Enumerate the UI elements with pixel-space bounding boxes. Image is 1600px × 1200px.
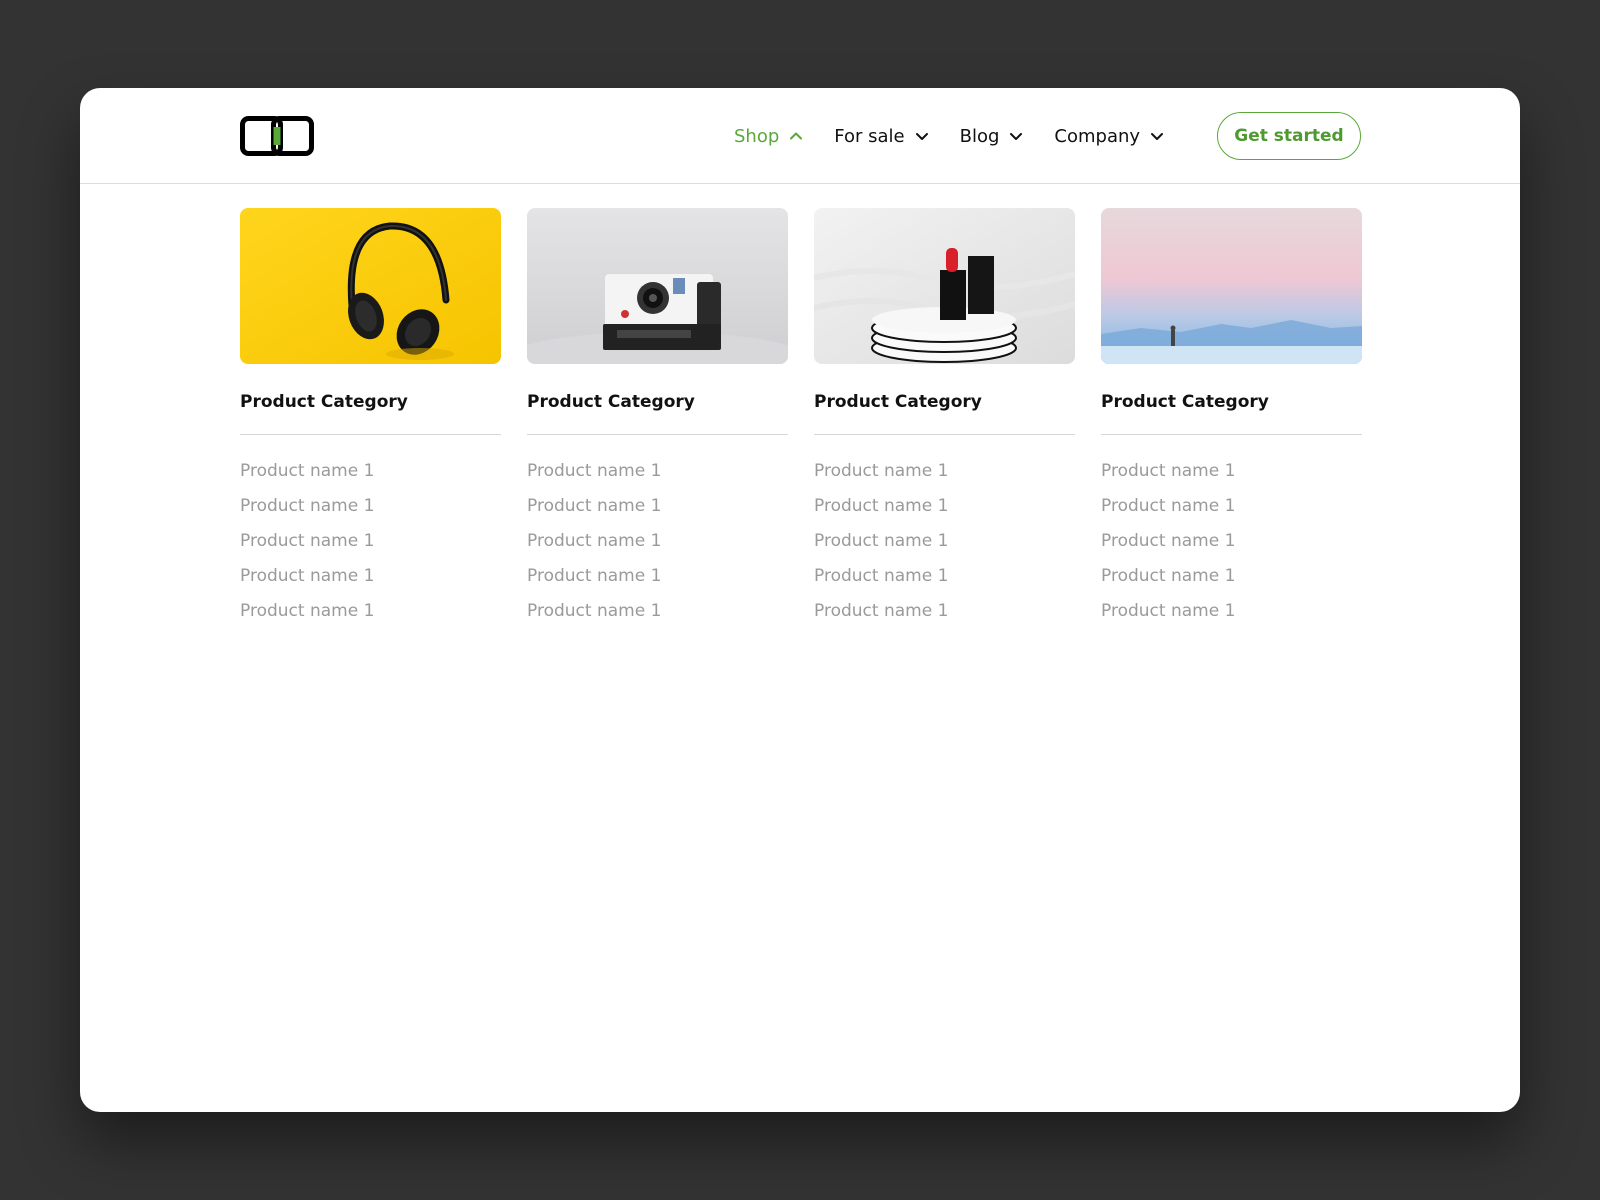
category-image-headphones[interactable] bbox=[240, 208, 501, 364]
nav-item-label: For sale bbox=[834, 125, 905, 147]
product-link[interactable]: Product name 1 bbox=[814, 564, 1075, 599]
product-list: Product name 1 Product name 1 Product na… bbox=[240, 459, 501, 634]
product-list: Product name 1 Product name 1 Product na… bbox=[814, 459, 1075, 634]
nav-item-label: Blog bbox=[959, 125, 1000, 147]
product-list: Product name 1 Product name 1 Product na… bbox=[527, 459, 788, 634]
product-link[interactable]: Product name 1 bbox=[527, 459, 788, 494]
divider bbox=[1101, 434, 1362, 435]
nav-item-label: Shop bbox=[734, 125, 780, 147]
product-link[interactable]: Product name 1 bbox=[1101, 564, 1362, 599]
category-column: Product Category Product name 1 Product … bbox=[527, 208, 788, 634]
divider bbox=[527, 434, 788, 435]
product-link[interactable]: Product name 1 bbox=[1101, 494, 1362, 529]
product-link[interactable]: Product name 1 bbox=[240, 564, 501, 599]
category-image-landscape[interactable] bbox=[1101, 208, 1362, 364]
product-link[interactable]: Product name 1 bbox=[527, 494, 788, 529]
product-link[interactable]: Product name 1 bbox=[1101, 599, 1362, 634]
product-link[interactable]: Product name 1 bbox=[1101, 529, 1362, 564]
product-link[interactable]: Product name 1 bbox=[814, 599, 1075, 634]
product-link[interactable]: Product name 1 bbox=[814, 494, 1075, 529]
product-link[interactable]: Product name 1 bbox=[240, 599, 501, 634]
category-image-camera[interactable] bbox=[527, 208, 788, 364]
chevron-down-icon bbox=[1151, 133, 1164, 140]
get-started-button[interactable]: Get started bbox=[1217, 112, 1361, 160]
shop-mega-menu: Product Category Product name 1 Product … bbox=[240, 208, 1362, 634]
product-link[interactable]: Product name 1 bbox=[814, 459, 1075, 494]
nav-item-for-sale[interactable]: For sale bbox=[834, 126, 929, 147]
category-column: Product Category Product name 1 Product … bbox=[240, 208, 501, 634]
linked-rings-logo-icon[interactable] bbox=[240, 116, 314, 156]
divider bbox=[240, 434, 501, 435]
category-title[interactable]: Product Category bbox=[240, 390, 501, 414]
product-link[interactable]: Product name 1 bbox=[240, 529, 501, 564]
chevron-down-icon bbox=[915, 133, 928, 140]
category-column: Product Category Product name 1 Product … bbox=[1101, 208, 1362, 634]
category-column: Product Category Product name 1 Product … bbox=[814, 208, 1075, 634]
chevron-up-icon bbox=[790, 132, 803, 140]
product-list: Product name 1 Product name 1 Product na… bbox=[1101, 459, 1362, 634]
product-link[interactable]: Product name 1 bbox=[240, 459, 501, 494]
product-link[interactable]: Product name 1 bbox=[814, 529, 1075, 564]
chevron-down-icon bbox=[1010, 133, 1023, 140]
browser-window: Shop For sale Blog Company Get started P… bbox=[80, 88, 1520, 1112]
category-title[interactable]: Product Category bbox=[527, 390, 788, 414]
divider bbox=[814, 434, 1075, 435]
category-image-lipstick[interactable] bbox=[814, 208, 1075, 364]
category-title[interactable]: Product Category bbox=[814, 390, 1075, 414]
nav-item-shop[interactable]: Shop bbox=[734, 126, 804, 147]
nav-item-label: Company bbox=[1054, 125, 1141, 147]
nav-item-blog[interactable]: Blog bbox=[960, 126, 1025, 147]
nav-item-company[interactable]: Company bbox=[1054, 126, 1165, 147]
product-link[interactable]: Product name 1 bbox=[1101, 459, 1362, 494]
site-header: Shop For sale Blog Company Get started bbox=[80, 88, 1520, 184]
category-title[interactable]: Product Category bbox=[1101, 390, 1362, 414]
product-link[interactable]: Product name 1 bbox=[240, 494, 501, 529]
main-nav: Shop For sale Blog Company bbox=[734, 88, 1195, 184]
product-link[interactable]: Product name 1 bbox=[527, 529, 788, 564]
product-link[interactable]: Product name 1 bbox=[527, 564, 788, 599]
product-link[interactable]: Product name 1 bbox=[527, 599, 788, 634]
